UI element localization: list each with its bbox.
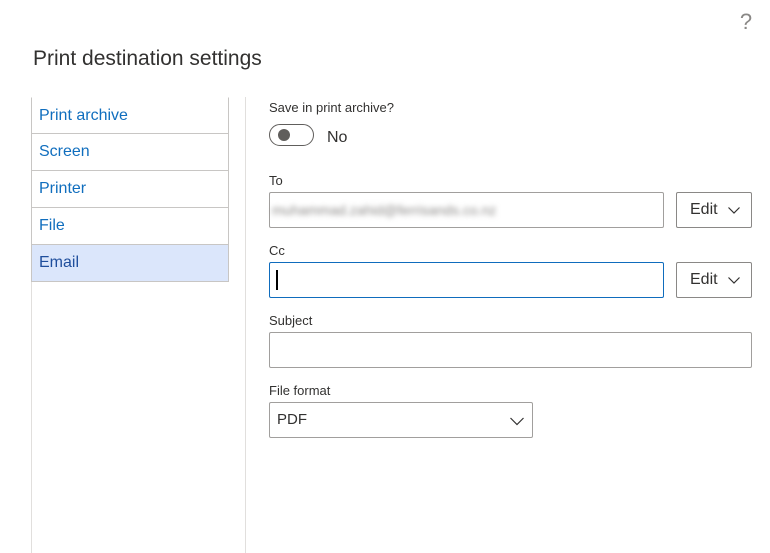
to-label: To <box>269 173 283 188</box>
to-edit-button[interactable]: Edit <box>676 192 752 228</box>
cc-input[interactable] <box>269 262 664 298</box>
save-archive-state: No <box>327 129 348 146</box>
destination-nav: Print archive Screen Printer File Email <box>31 97 229 282</box>
nav-item-print-archive[interactable]: Print archive <box>31 97 229 134</box>
help-icon[interactable]: ? <box>738 8 754 36</box>
save-archive-toggle[interactable] <box>269 124 314 146</box>
file-format-select[interactable]: PDF <box>269 402 533 438</box>
chevron-down-icon <box>510 417 524 426</box>
toggle-knob <box>278 129 290 141</box>
cc-label: Cc <box>269 243 285 258</box>
cc-edit-label: Edit <box>690 271 718 288</box>
nav-item-file[interactable]: File <box>31 208 229 245</box>
nav-item-printer[interactable]: Printer <box>31 171 229 208</box>
text-caret <box>276 270 278 290</box>
nav-border-right <box>245 97 246 553</box>
subject-input[interactable] <box>269 332 752 368</box>
nav-item-screen[interactable]: Screen <box>31 134 229 171</box>
chevron-down-icon <box>727 207 740 214</box>
file-format-value: PDF <box>277 411 307 428</box>
file-format-label: File format <box>269 383 331 398</box>
save-archive-label: Save in print archive? <box>269 100 395 115</box>
to-input[interactable] <box>269 192 664 228</box>
subject-label: Subject <box>269 313 313 328</box>
to-edit-label: Edit <box>690 201 718 218</box>
page-title: Print destination settings <box>33 47 262 70</box>
chevron-down-icon <box>727 277 740 284</box>
cc-edit-button[interactable]: Edit <box>676 262 752 298</box>
nav-item-email[interactable]: Email <box>31 245 229 282</box>
